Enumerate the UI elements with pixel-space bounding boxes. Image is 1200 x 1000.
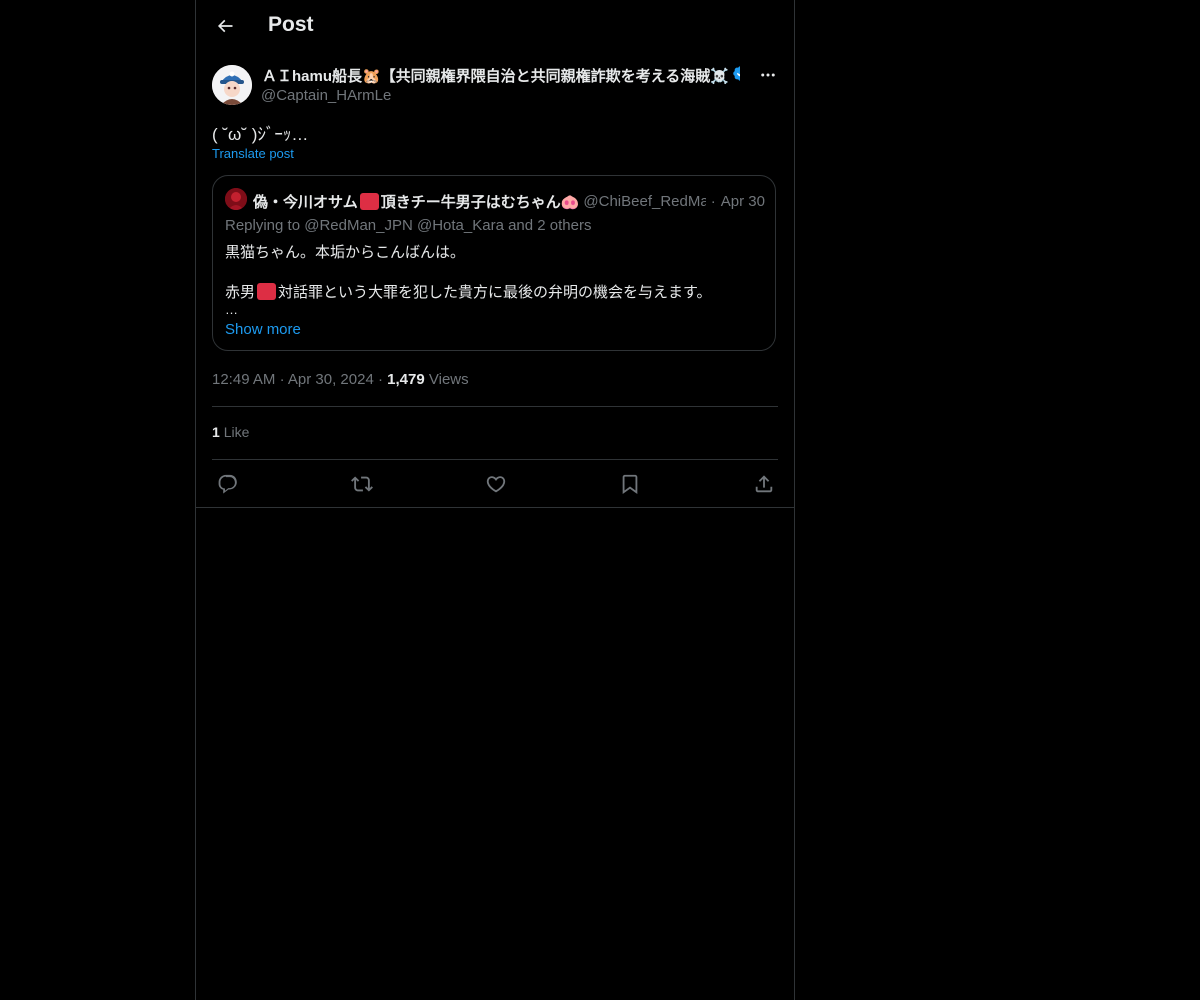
repost-icon (351, 476, 373, 492)
heart-icon (486, 476, 506, 493)
reply-button[interactable] (214, 470, 242, 498)
more-dots-icon (761, 73, 775, 77)
quote-ellipsis: … (225, 302, 238, 317)
quote-author-name[interactable]: 偽・今川オサム 頂きチー牛男子はむちゃん🐽 (253, 191, 579, 212)
likes-stat[interactable]: 1 Like (212, 424, 249, 440)
divider (212, 459, 778, 460)
quote-replying-to: Replying to @RedMan_JPN @Hota_Kara and 2… (225, 217, 592, 234)
show-more-link[interactable]: Show more (225, 321, 301, 338)
quote-separator: · (710, 193, 716, 210)
arrow-left-icon (217, 19, 233, 33)
post-meta: 12:49 AM · Apr 30, 2024 · 1,479 Views (212, 371, 469, 388)
author-name[interactable]: ＡＩhamu船長🐹【共同親権界隈自治と共同親権詐欺を考える海賊☠️ (262, 65, 740, 86)
post-bottom-border (196, 507, 794, 508)
likes-label: Like (223, 424, 250, 440)
post-date[interactable]: Apr 30, 2024 (288, 371, 374, 388)
divider (212, 406, 778, 407)
translate-post-link[interactable]: Translate post (212, 146, 294, 161)
quote-author-handle[interactable]: @ChiBeef_RedMan (583, 193, 705, 210)
pig-emoji-icon: 🐽 (560, 194, 580, 211)
quote-date[interactable]: Apr 30 (721, 193, 765, 210)
back-button[interactable] (208, 9, 242, 43)
page-title: Post (268, 13, 314, 36)
quote-avatar (225, 188, 247, 210)
share-icon (755, 475, 773, 493)
author-name-text: ＡＩhamu船長🐹【共同親権界隈自治と共同親権詐欺を考える海賊☠️ (262, 68, 729, 85)
quote-text-line-1: 黒猫ちゃん。本垢からこんばんは。 (225, 244, 466, 261)
quote-text-line-2: 赤男 対話罪という大罪を犯した貴方に最後の弁明の機会を与えます。 (225, 283, 712, 301)
repost-button[interactable] (348, 470, 376, 498)
share-button[interactable] (750, 470, 778, 498)
views-label: Views (428, 371, 469, 388)
red-square-emoji-icon (257, 283, 277, 300)
primary-column: Post ＡＩhamu船長🐹【共同親権界隈自治と共同親権詐欺を考える海賊☠️ @… (195, 0, 795, 1000)
quote-header: 偽・今川オサム 頂きチー牛男子はむちゃん🐽 @ChiBeef_RedMan · A… (253, 191, 765, 212)
post-text: ( ˘ω˘ )ｼﾞｰｯ… (212, 125, 309, 144)
page-header: Post (196, 0, 794, 53)
post-time[interactable]: 12:49 AM (212, 371, 275, 388)
views-count: 1,479 (387, 371, 425, 388)
quoted-post-card[interactable]: 偽・今川オサム 頂きチー牛男子はむちゃん🐽 @ChiBeef_RedMan · A… (212, 175, 776, 351)
likes-count: 1 (212, 424, 220, 440)
reply-icon (218, 474, 237, 494)
avatar[interactable] (212, 65, 252, 105)
red-square-emoji-icon (359, 193, 379, 210)
more-options-button[interactable] (756, 64, 780, 86)
bookmark-icon (622, 474, 638, 495)
like-button[interactable] (482, 470, 510, 498)
bookmark-button[interactable] (616, 470, 644, 498)
author-handle[interactable]: @Captain_HArmLe (261, 87, 391, 104)
verified-badge-icon[interactable] (732, 65, 740, 86)
avatar-image (212, 65, 252, 105)
